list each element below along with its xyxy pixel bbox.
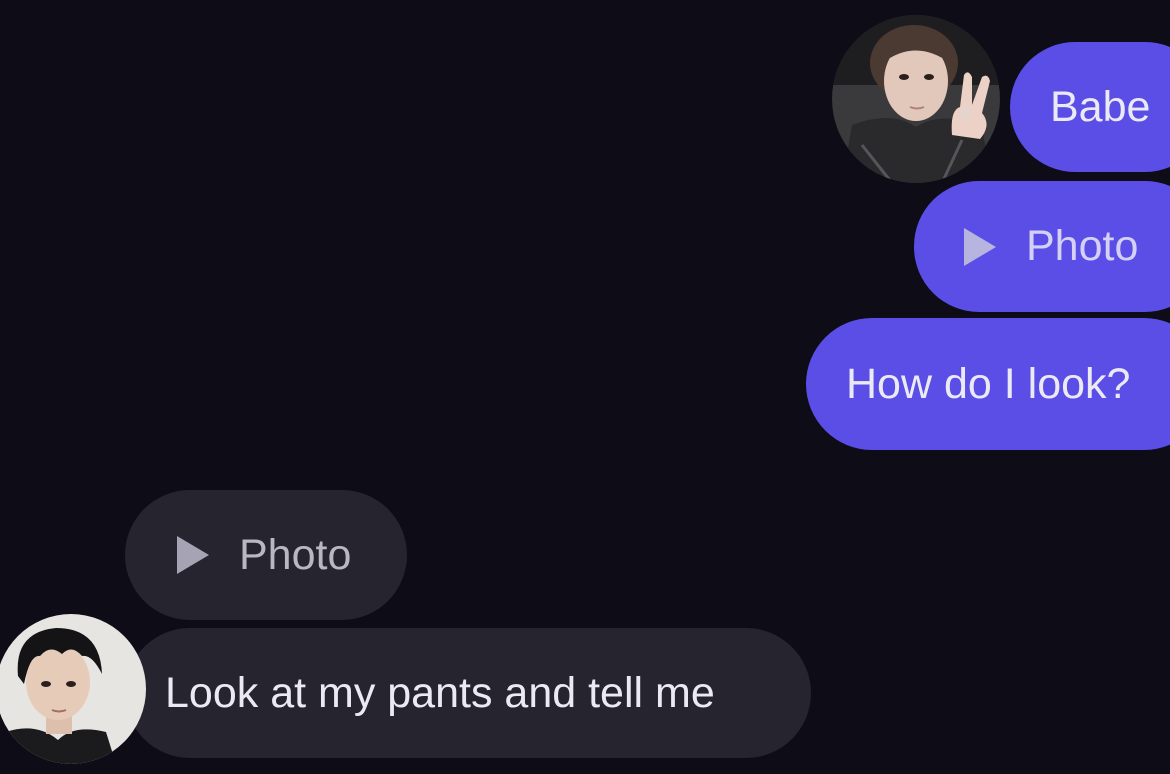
outgoing-message-photo[interactable]: Photo [914,181,1170,312]
message-text: How do I look? [846,359,1131,408]
sender-avatar[interactable] [832,15,1000,183]
message-text: Babe [1050,82,1151,131]
sender-avatar-photo [832,15,1000,183]
photo-label: Photo [1026,222,1139,270]
photo-label: Photo [239,530,352,579]
outgoing-message-how-do-i-look[interactable]: How do I look? [806,318,1170,450]
play-icon [964,227,996,266]
incoming-message-photo[interactable]: Photo [125,490,407,620]
message-text: Look at my pants and tell me [165,668,715,717]
receiver-avatar[interactable] [0,614,146,764]
incoming-message-look-at-my-pants[interactable]: Look at my pants and tell me [125,628,811,758]
play-icon [177,536,209,574]
receiver-avatar-photo [0,614,146,764]
outgoing-message-babe[interactable]: Babe [1010,42,1170,172]
